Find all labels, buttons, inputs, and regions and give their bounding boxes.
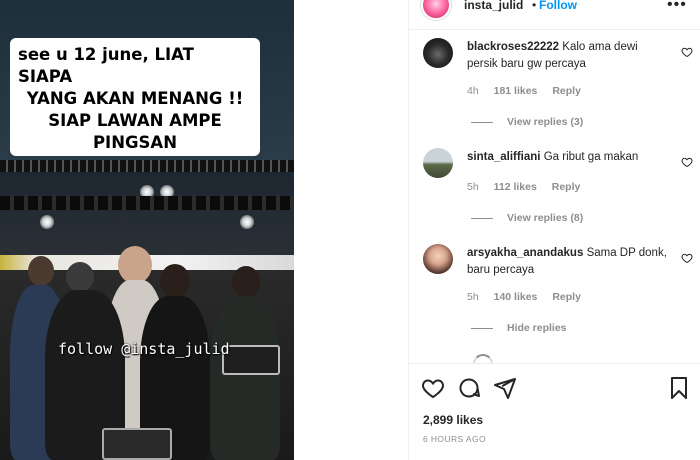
caption-line: SIAP LAWAN AMPE (48, 111, 222, 130)
likes-count[interactable]: 2,899 likes (423, 413, 483, 427)
hide-replies-button[interactable]: Hide replies (471, 322, 567, 334)
phone-in-crowd (102, 428, 172, 460)
comment-icon[interactable] (457, 376, 481, 400)
header-username[interactable]: insta_julid (464, 0, 523, 12)
action-bar (409, 370, 700, 406)
phone-in-crowd (222, 345, 280, 375)
divider (409, 363, 700, 364)
comment-meta: 4h 181 likes Reply (467, 85, 593, 97)
view-replies-button[interactable]: View replies (8) (471, 212, 583, 224)
reply-button[interactable]: Reply (552, 291, 581, 303)
caption-line: PINGSAN (92, 133, 178, 152)
comment-age: 5h (467, 291, 479, 303)
loading-spinner-icon (473, 354, 493, 363)
comment-username[interactable]: blackroses22222 (467, 41, 559, 53)
comment-text: Ga ribut ga makan (543, 151, 639, 163)
bookmark-icon[interactable] (667, 376, 691, 400)
comments-list[interactable]: blackroses22222 Kalo ama dewi persik bar… (409, 30, 700, 363)
comment-username[interactable]: arsyakha_anandakus (467, 247, 583, 259)
comment-meta: 5h 140 likes Reply (467, 291, 593, 303)
post-panel: insta_julid • Follow ••• blackroses22222… (408, 0, 700, 460)
video-caption: see u 12 june, LIAT SIAPA YANG AKAN MENA… (10, 38, 260, 156)
comment-username[interactable]: sinta_aliffiani (467, 151, 541, 163)
more-horizontal-icon[interactable]: ••• (667, 0, 687, 14)
avatar[interactable] (423, 244, 453, 274)
comment-likes[interactable]: 140 likes (494, 291, 538, 303)
follow-button[interactable]: Follow (539, 0, 577, 12)
avatar[interactable] (423, 38, 453, 68)
comment-age: 4h (467, 85, 479, 97)
heart-icon[interactable] (681, 252, 693, 264)
video-watermark: follow @insta_julid (58, 340, 230, 358)
avatar[interactable] (421, 0, 451, 20)
heart-icon[interactable] (681, 156, 693, 168)
comment-meta: 5h 112 likes Reply (467, 181, 592, 193)
heart-icon[interactable] (421, 376, 445, 400)
view-replies-button[interactable]: View replies (3) (471, 116, 583, 128)
post-header: insta_julid • Follow ••• (409, 0, 700, 30)
comment-likes[interactable]: 181 likes (494, 85, 538, 97)
share-icon[interactable] (493, 376, 517, 400)
caption-line: YANG AKAN MENANG !! (26, 89, 244, 108)
comment-age: 5h (467, 181, 479, 193)
post-timestamp: 6 HOURS AGO (423, 434, 486, 444)
separator-dot: • (532, 0, 537, 12)
caption-line: see u 12 june, LIAT SIAPA (18, 45, 194, 86)
media-area: see u 12 june, LIAT SIAPA YANG AKAN MENA… (0, 0, 408, 460)
post-video[interactable]: see u 12 june, LIAT SIAPA YANG AKAN MENA… (0, 0, 294, 460)
heart-icon[interactable] (681, 46, 693, 58)
avatar[interactable] (423, 148, 453, 178)
reply-button[interactable]: Reply (552, 181, 581, 193)
comment-likes[interactable]: 112 likes (494, 181, 537, 193)
reply-button[interactable]: Reply (552, 85, 581, 97)
